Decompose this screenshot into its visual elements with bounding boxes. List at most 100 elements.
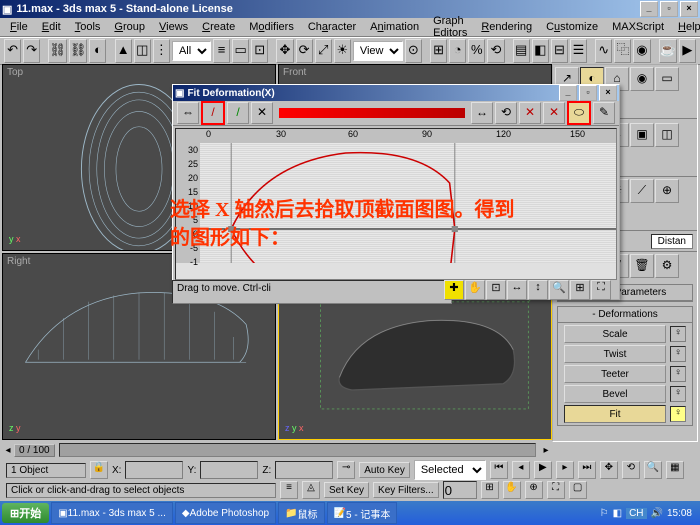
- menu-help[interactable]: Help: [672, 20, 700, 34]
- task-button[interactable]: 📁 鼠标: [278, 502, 324, 524]
- scale-deform-button[interactable]: Scale: [564, 325, 666, 343]
- named-selset-button[interactable]: ▤: [513, 39, 530, 63]
- insert-point-button[interactable]: ✚: [444, 280, 464, 300]
- curve-editor-button[interactable]: ∿: [595, 39, 612, 63]
- redo-button[interactable]: ↷: [23, 39, 40, 63]
- manipulate-button[interactable]: ☀: [334, 39, 351, 63]
- key-mode-icon[interactable]: ⊸: [337, 461, 355, 479]
- select-button[interactable]: ▲: [115, 39, 132, 63]
- bulb-icon[interactable]: ♀: [670, 326, 686, 342]
- tray-icon[interactable]: ◧: [613, 508, 622, 519]
- select-filter-button[interactable]: ⋮: [153, 39, 170, 63]
- menu-customize[interactable]: Customize: [540, 20, 604, 34]
- zoom-extents-button[interactable]: ⊡: [486, 280, 506, 300]
- start-button[interactable]: ⊞ 开始: [2, 503, 49, 523]
- menu-tools[interactable]: Tools: [69, 20, 107, 34]
- menu-character[interactable]: Character: [302, 20, 362, 34]
- bevel-deform-button[interactable]: Bevel: [564, 385, 666, 403]
- frame-input[interactable]: [443, 481, 477, 499]
- menu-create[interactable]: Create: [196, 20, 241, 34]
- snap-toggle[interactable]: ⊞: [430, 39, 447, 63]
- symmetry-toggle[interactable]: ⇔: [177, 102, 199, 124]
- configure-icon[interactable]: ⚙: [655, 254, 679, 278]
- selection-filter-dropdown[interactable]: All: [172, 41, 211, 61]
- motion-tab-icon[interactable]: ◉: [630, 67, 654, 91]
- nav-3-icon[interactable]: ⛶: [547, 481, 565, 499]
- pick-shape-button[interactable]: ⬭: [567, 101, 591, 125]
- mirror-h-button[interactable]: ↔: [471, 102, 493, 124]
- scale-button[interactable]: ⤢: [315, 39, 332, 63]
- nav-zoom-icon[interactable]: 🔍: [644, 461, 662, 479]
- teeter-deform-button[interactable]: Teeter: [564, 365, 666, 383]
- zoom-h-button[interactable]: ↔: [507, 280, 527, 300]
- subobj-4-icon[interactable]: ⟋: [630, 179, 654, 203]
- zoom-region-button[interactable]: ⊞: [570, 280, 590, 300]
- display-tab-icon[interactable]: ▭: [655, 67, 679, 91]
- material-editor-button[interactable]: ◉: [633, 39, 650, 63]
- tray-icon[interactable]: 🔊: [651, 508, 663, 519]
- render-scene-button[interactable]: ☕: [659, 39, 677, 63]
- mirror-button[interactable]: ◧: [532, 39, 549, 63]
- helpers-icon[interactable]: ◫: [655, 123, 679, 147]
- unlink-button[interactable]: ⛓: [69, 39, 88, 63]
- task-button[interactable]: ◆ Adobe Photoshop: [175, 502, 276, 524]
- goto-end-button[interactable]: ⏭: [578, 461, 596, 479]
- next-frame-button[interactable]: ▸: [556, 461, 574, 479]
- undo-button[interactable]: ↶: [4, 39, 21, 63]
- delete-point-button[interactable]: ✕: [519, 102, 541, 124]
- setkey-button[interactable]: Set Key: [324, 482, 369, 498]
- prev-frame-button[interactable]: ◂: [512, 461, 530, 479]
- spinner-snap-toggle[interactable]: ⟲: [487, 39, 504, 63]
- nav-arc-icon[interactable]: ⟲: [622, 461, 640, 479]
- bulb-icon[interactable]: ♀: [670, 386, 686, 402]
- clock[interactable]: 15:08: [667, 508, 692, 519]
- menu-animation[interactable]: Animation: [364, 20, 425, 34]
- deformations-rollout-header[interactable]: Deformations: [558, 307, 692, 323]
- pan-button[interactable]: ✋: [465, 280, 485, 300]
- restore-button[interactable]: ▫: [660, 1, 678, 17]
- object-name-field[interactable]: Distan: [651, 234, 693, 249]
- menu-views[interactable]: Views: [153, 20, 194, 34]
- float-close-button[interactable]: ×: [599, 85, 617, 101]
- bulb-icon[interactable]: ♀: [670, 366, 686, 382]
- nav-fov-icon[interactable]: ▦: [666, 461, 684, 479]
- window-crossing-button[interactable]: ⊡: [251, 39, 268, 63]
- x-coord-input[interactable]: [125, 461, 183, 479]
- menu-file[interactable]: File: [4, 20, 34, 34]
- subobj-5-icon[interactable]: ⊕: [655, 179, 679, 203]
- select-by-name-button[interactable]: ≡: [213, 39, 230, 63]
- menu-maxscript[interactable]: MAXScript: [606, 20, 670, 34]
- close-button[interactable]: ×: [680, 1, 698, 17]
- zoom-button[interactable]: 🔍: [549, 280, 569, 300]
- remove-mod-icon[interactable]: 🗑: [630, 254, 654, 278]
- lang-indicator[interactable]: CH: [626, 508, 646, 519]
- script-icon[interactable]: ≡: [280, 481, 298, 499]
- keymode-dropdown[interactable]: Selected: [414, 460, 486, 480]
- float-titlebar[interactable]: ▣ Fit Deformation(X) _ ▫ ×: [173, 85, 619, 101]
- xy-axis-button[interactable]: ✕: [251, 102, 273, 124]
- nav-1-icon[interactable]: ✋: [503, 481, 521, 499]
- next-key-icon[interactable]: ▸: [540, 445, 552, 456]
- autokey-button[interactable]: Auto Key: [359, 462, 410, 478]
- select-region-button[interactable]: ◫: [134, 39, 151, 63]
- fit-deform-button[interactable]: Fit: [564, 405, 666, 423]
- task-button[interactable]: ▣ 11.max - 3ds max 5 ...: [51, 502, 173, 524]
- quick-render-button[interactable]: ▶: [679, 39, 696, 63]
- goto-start-button[interactable]: ⏮: [490, 461, 508, 479]
- cameras-icon[interactable]: ▣: [630, 123, 654, 147]
- menu-group[interactable]: Group: [108, 20, 151, 34]
- nav-2-icon[interactable]: ⊕: [525, 481, 543, 499]
- minimize-button[interactable]: _: [640, 1, 658, 17]
- menu-grapheditors[interactable]: Graph Editors: [427, 14, 473, 40]
- nav-4-icon[interactable]: ▢: [569, 481, 587, 499]
- comm-icon[interactable]: ◬: [302, 481, 320, 499]
- move-button[interactable]: ✥: [276, 39, 293, 63]
- prev-key-icon[interactable]: ◂: [2, 445, 14, 456]
- coord-system-dropdown[interactable]: View: [353, 41, 403, 61]
- play-button[interactable]: ▶: [534, 461, 552, 479]
- percent-snap-toggle[interactable]: %: [468, 39, 485, 63]
- lock-icon[interactable]: 🔒: [90, 461, 108, 479]
- rotate-button[interactable]: ⟳: [296, 39, 313, 63]
- pivot-button[interactable]: ⊙: [405, 39, 422, 63]
- float-minimize-button[interactable]: _: [559, 85, 577, 101]
